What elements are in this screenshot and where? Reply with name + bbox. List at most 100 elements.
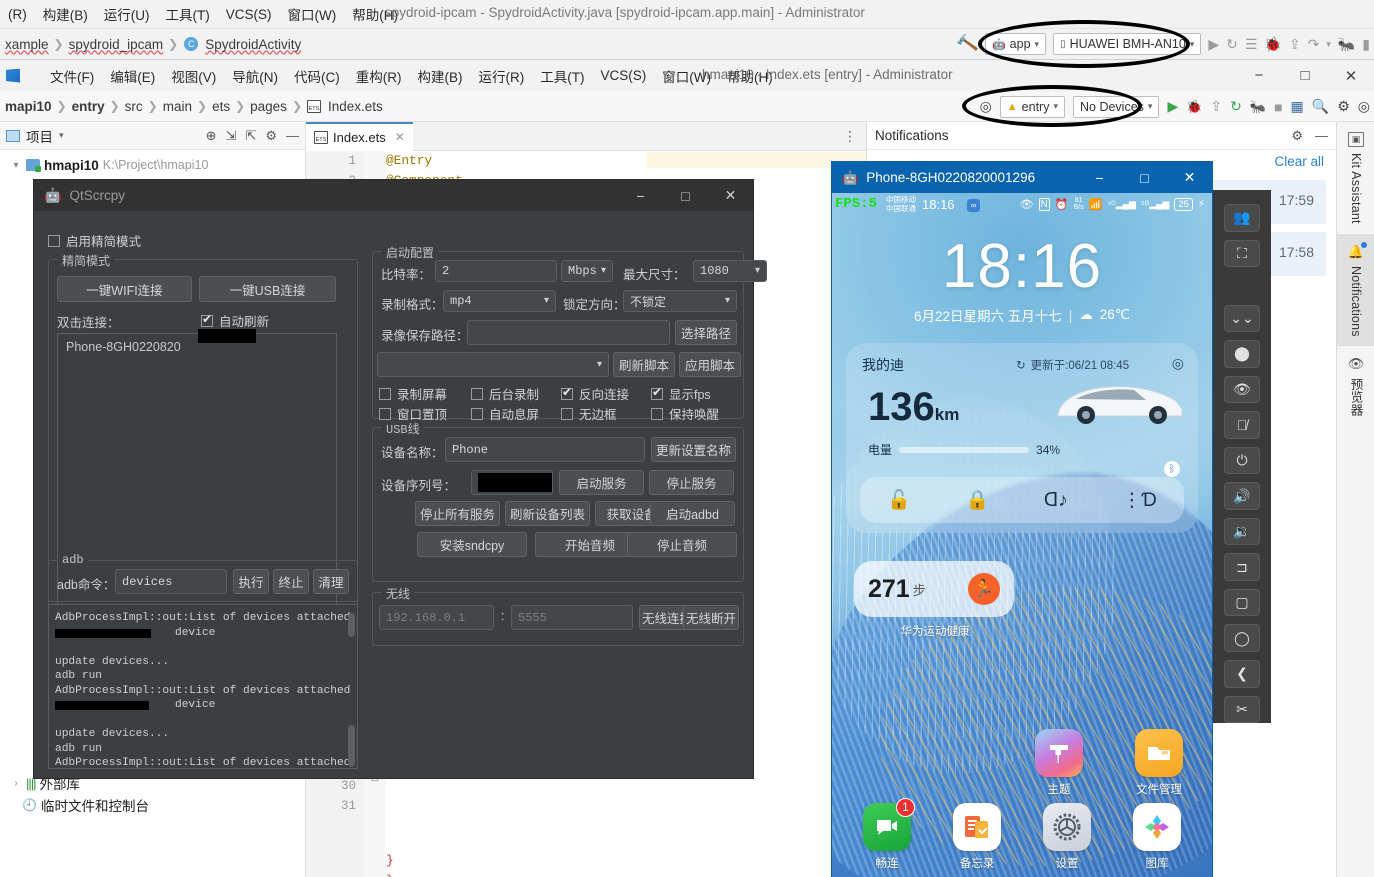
menu-item-vcs2[interactable]: VCS(S) [593,66,655,85]
menu-item-file[interactable]: 文件(F) [42,64,102,88]
log-scrollbar-thumb[interactable] [348,613,355,637]
editor-options-icon[interactable]: ⋮ [843,128,866,145]
clear-all-button[interactable]: Clear all [1274,154,1324,169]
breadcrumb-hmapi10[interactable]: mapi10 [2,99,55,114]
minimize-button[interactable]: − [1236,60,1282,91]
account-icon[interactable]: ◎ [1358,98,1370,115]
maxsize-select[interactable]: 1080 [693,260,767,282]
adb-cmd-input[interactable]: devices [115,569,227,594]
auto-refresh-checkbox[interactable]: 自动刷新 [201,311,269,330]
menu-item-vcs[interactable]: VCS(S) [218,5,280,24]
breadcrumb-example[interactable]: xample [2,37,52,52]
tree-arrow-icon[interactable]: ▾ [10,160,22,171]
lite-mode-checkbox[interactable]: 启用精简模式 [48,231,141,250]
menu-item-edit[interactable]: 编辑(E) [102,64,163,88]
editor-tab-indexets[interactable]: ETS Index.ets ✕ [306,121,413,151]
rtab-notifications[interactable]: 🔔 Notifications [1337,233,1374,347]
debug-icon[interactable]: 🐞 [1264,36,1281,53]
show-touches-icon[interactable]: 👁 [1224,375,1260,404]
debug-icon-2[interactable]: 🐞 [1186,99,1202,115]
start-adbd-button[interactable]: 启动adbd [650,501,735,526]
show-fps-checkbox[interactable]: 显示fps [651,384,711,403]
update-name-button[interactable]: 更新设置名称 [651,437,736,462]
breadcrumb-main[interactable]: main [160,99,195,114]
previewer-icon[interactable]: ▦ [1291,98,1304,115]
refresh-devices-button[interactable]: 刷新设备列表 [505,501,590,526]
stop-audio-button[interactable]: 停止音频 [627,532,737,557]
apply-script-button[interactable]: 应用脚本 [679,352,741,377]
script-select[interactable] [377,352,609,377]
bitrate-input[interactable]: 2 [435,260,557,282]
gear-icon[interactable]: ⚙ [1337,98,1350,115]
refresh-script-button[interactable]: 刷新脚本 [613,352,675,377]
phone-close-button[interactable]: ✕ [1167,162,1212,193]
checkbox-box-2[interactable] [201,312,213,327]
reverse-connect-checkbox[interactable]: 反向连接 [561,384,629,403]
app-theme[interactable]: 主题 [1022,729,1096,797]
attach-icon-2[interactable]: ⇪ [1210,98,1222,115]
cb-stay-awake[interactable] [651,407,663,420]
rtab-kit-assistant[interactable]: ▣ Kit Assistant [1337,122,1374,234]
step-widget[interactable]: 271 步 🏃 [854,561,1014,617]
adb-clear-button[interactable]: 清理 [313,569,349,594]
breadcrumb-ets[interactable]: ets [209,99,233,114]
breadcrumb-pages[interactable]: pages [247,99,290,114]
gear-icon-2[interactable]: ⚙ [1291,128,1303,144]
logcat-icon[interactable]: ☰ [1245,36,1258,53]
cb-record-screen[interactable] [379,387,391,400]
app-gallery[interactable]: 图库 [1120,803,1194,871]
auto-screen-off-checkbox[interactable]: 自动息屏 [471,404,539,423]
log-scrollbar-thumb-2[interactable] [348,725,355,767]
wifi-connect-button[interactable]: 一键WIFI连接 [57,276,192,302]
refresh-icon[interactable]: ↻ [1016,358,1026,372]
back-icon[interactable]: ❮ [1224,659,1260,688]
car-widget-card[interactable]: 我的迪 ↻ 更新于:06/21 08:45 ◎ 136km 电量 34% ᛒ 🔓… [846,343,1198,533]
tree-arrow-icon-3[interactable]: › [10,778,22,789]
serial-input[interactable] [471,470,553,495]
install-sndcpy-button[interactable]: 安装sndcpy [417,532,527,557]
settings-icon[interactable]: ⚙ [265,128,277,144]
menu-item-prefix[interactable]: (R) [0,5,35,24]
wireless-ip-input[interactable]: 192.168.0.1 [379,605,494,630]
home-circle-icon[interactable]: ◯ [1224,624,1260,652]
adb-exec-button[interactable]: 执行 [233,569,269,594]
run-icon[interactable]: ▶ [1208,36,1219,53]
stop-icon[interactable]: ■ [1274,99,1282,115]
app-notes[interactable]: 备忘录 [940,803,1014,871]
power-icon[interactable]: ⏻ [1224,446,1260,475]
lock-icon[interactable]: 🔒 [965,488,989,512]
recpath-input[interactable] [467,320,670,345]
run-icon-2[interactable]: ▶ [1167,98,1178,115]
record-screen-checkbox[interactable]: 录制屏幕 [379,384,447,403]
stop-service-button[interactable]: 停止服务 [649,470,734,495]
bitrate-unit-select[interactable]: Mbps [561,260,613,282]
screenshot-scissors-icon[interactable]: ✂ [1224,695,1260,724]
record-circle-icon[interactable]: ⬤ [1224,340,1260,368]
menu-item-build[interactable]: 构建(B) [35,2,96,26]
attach-debugger-icon[interactable]: ⇪ [1289,36,1301,53]
more-icon[interactable]: ▮ [1362,36,1370,53]
phone-screen[interactable]: FPS:5 中国移动 中国联通 18:16 ∞ 👁 N ⏰ 81 B/s 📶 ⁴ᴳ… [832,193,1212,877]
unlock-icon[interactable]: 🔓 [887,488,911,512]
wireless-port-input[interactable]: 5555 [511,605,633,630]
horn-icon[interactable]: ᗡ♪ [1044,489,1068,512]
volume-down-icon[interactable]: 🔉 [1224,517,1260,546]
chevron-down-icon-6[interactable]: ▾ [59,130,64,141]
breadcrumb-spydroid-ipcam[interactable]: spydroid_ipcam [66,37,167,52]
breadcrumb-entry[interactable]: entry [69,99,108,114]
hammer-icon[interactable]: 🔨 [955,32,980,56]
fullscreen-icon[interactable]: ⛶ [1224,239,1260,268]
devname-input[interactable]: Phone [445,437,645,462]
coverage-icon[interactable]: ↷ [1308,36,1320,53]
rtab-previewer[interactable]: 👁 预览器 [1337,346,1374,426]
app-settings[interactable]: 设置 [1030,803,1104,871]
breadcrumb-spydroidactivity[interactable]: SpydroidActivity [202,37,304,52]
chevron-down-icon-3[interactable]: ▾ [1326,39,1331,50]
menu-item-view[interactable]: 视图(V) [163,64,224,88]
menu-item-build2[interactable]: 构建(B) [410,64,471,88]
qt-maximize-button[interactable]: □ [663,180,708,211]
usb-connect-button[interactable]: 一键USB连接 [199,276,336,302]
tree-row-scratches[interactable]: 🕘 临时文件和控制台 [0,794,305,816]
profiler-icon-2[interactable]: 🐜 [1250,99,1266,115]
phone-maximize-button[interactable]: □ [1122,162,1167,193]
